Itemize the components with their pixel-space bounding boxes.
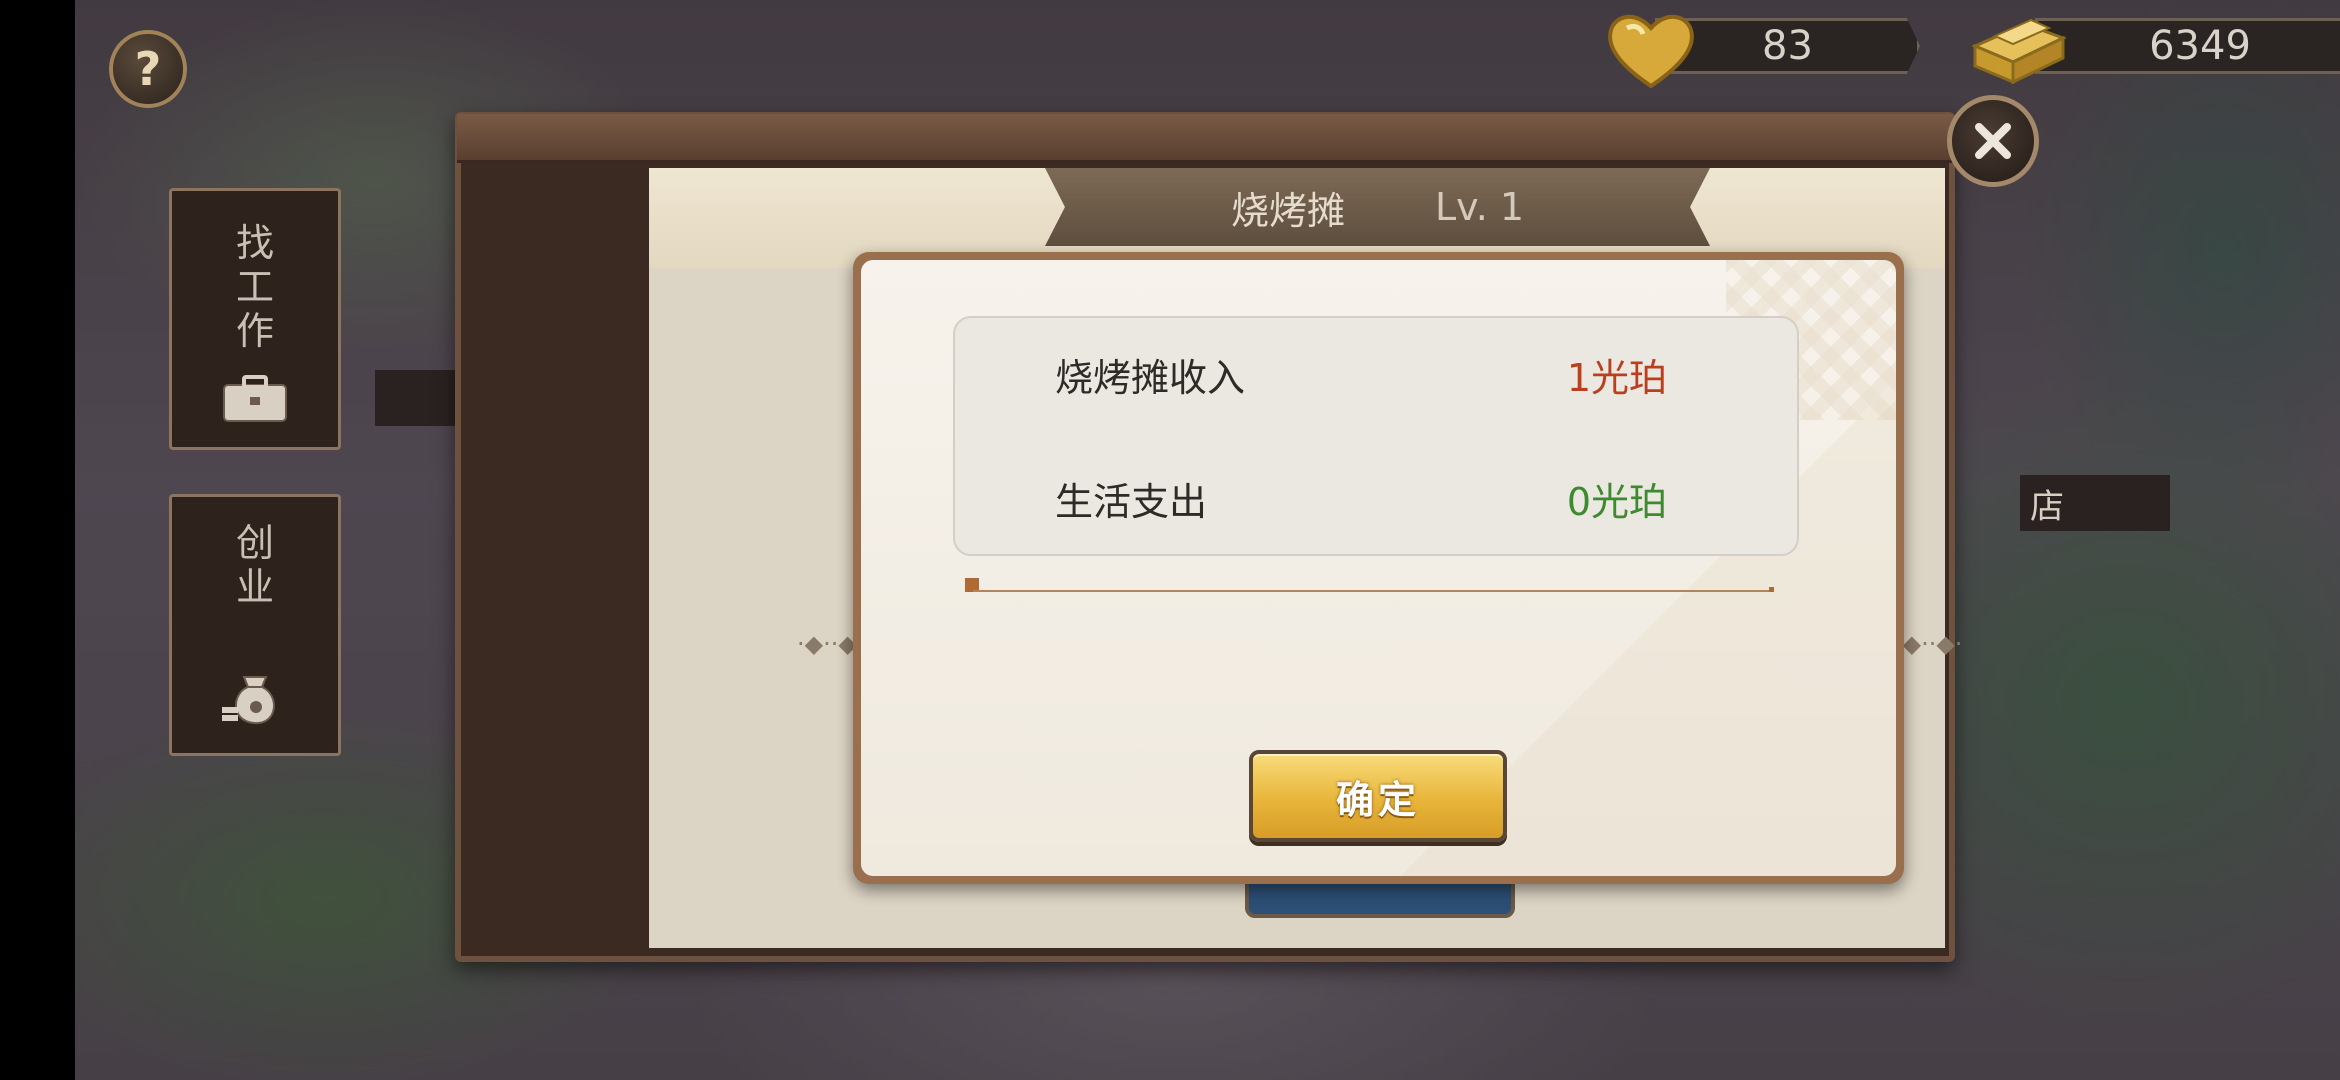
map-label-left: [375, 370, 465, 426]
income-label: 烧烤摊收入: [1055, 355, 1246, 400]
help-button[interactable]: ?: [109, 30, 187, 108]
gold-counter: 6349: [2035, 18, 2340, 74]
expense-value: 0光珀: [1566, 479, 1667, 524]
map-label-shop: 店: [2020, 475, 2170, 531]
page-title-banner: 烧烤摊 Lv. 1: [1045, 168, 1710, 246]
close-icon: [1975, 123, 2011, 159]
money-bag-icon: [222, 676, 275, 725]
settlement-dialog: 烧烤摊收入 1光珀 生活支出 0光珀 确定: [853, 252, 1904, 884]
tab-start-business[interactable]: 创 业: [169, 494, 341, 756]
page-title: 烧烤摊: [1230, 188, 1345, 233]
briefcase-icon: [223, 375, 287, 422]
tab-find-job[interactable]: 找 工 作: [169, 188, 341, 450]
tab-start-business-char-3: 业: [235, 565, 274, 609]
summary-box: 烧烤摊收入 1光珀 生活支出 0光珀: [953, 316, 1799, 556]
game-screen: ? 83 6349 店 找 工 作 创 业 烧烤摊 Lv. 1 ·◆··◆· ·…: [75, 0, 2340, 1080]
expense-label: 生活支出: [1055, 479, 1208, 524]
expense-row: 生活支出 0光珀: [1055, 468, 1667, 528]
close-button[interactable]: [1947, 95, 2039, 187]
gold-icon: [1971, 18, 2067, 85]
ornament-right: ·◆··◆·: [1895, 630, 1963, 658]
dialog-body: 烧烤摊收入 1光珀 生活支出 0光珀 确定: [861, 260, 1896, 876]
confirm-button[interactable]: 确定: [1249, 750, 1507, 842]
divider-line: [973, 590, 1773, 592]
tab-find-job-char-1: 找: [235, 221, 274, 265]
income-row: 烧烤摊收入 1光珀: [1055, 344, 1667, 404]
tab-find-job-char-3: 作: [235, 309, 274, 353]
divider-dot-end: [1769, 587, 1774, 592]
tab-start-business-char-1: 创: [235, 521, 274, 565]
panel-topbar: [457, 114, 1953, 163]
tab-find-job-char-2: 工: [235, 265, 274, 309]
level-indicator: Lv. 1: [1434, 185, 1525, 229]
income-value: 1光珀: [1566, 355, 1667, 400]
heart-icon: [1608, 15, 1694, 89]
